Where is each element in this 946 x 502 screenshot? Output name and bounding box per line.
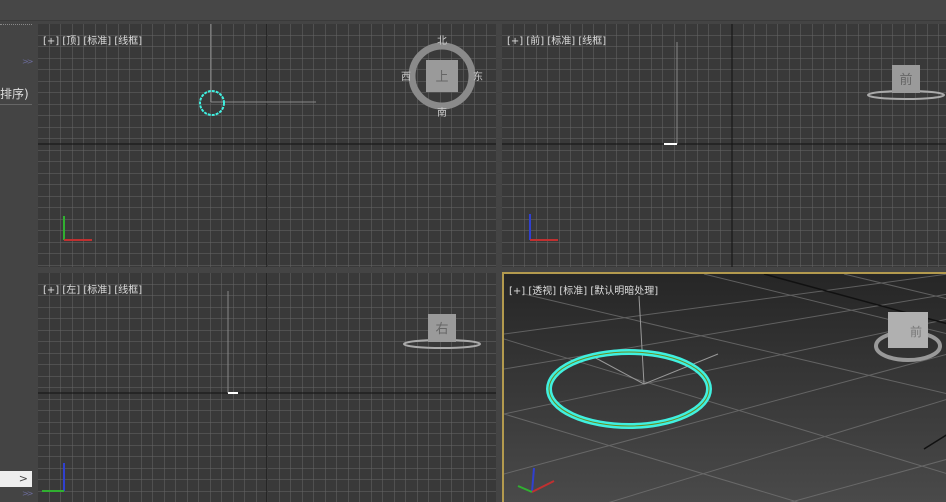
viewcube-face: 上	[435, 70, 448, 85]
svg-text:西: 西	[401, 72, 411, 83]
viewport-label[interactable]: [+] [前] [标准] [线框]	[507, 32, 606, 47]
command-panel: >> 排序) > >>	[0, 21, 36, 502]
viewport-top[interactable]: [+] [顶] [标准] [线框] 上 北 南 东 西	[38, 24, 496, 267]
top-toolbar	[0, 0, 946, 21]
viewport-left[interactable]: [+] [左] [标准] [线框] 右	[38, 273, 496, 502]
svg-text:东: 东	[473, 70, 483, 83]
viewcube-face: 前	[899, 72, 912, 88]
svg-text:南: 南	[437, 106, 447, 119]
sort-label: 排序)	[0, 87, 29, 101]
viewport-perspective[interactable]: [+] [透视] [标准] [默认明暗处理] 前	[502, 272, 946, 502]
expand-chevron-icon[interactable]: >>	[22, 57, 33, 66]
viewport-label[interactable]: [+] [顶] [标准] [线框]	[43, 32, 142, 47]
viewport-front[interactable]: [+] [前] [标准] [线框] 前	[502, 24, 946, 267]
viewport-label[interactable]: [+] [左] [标准] [线框]	[43, 281, 142, 296]
expand-button[interactable]: >	[0, 471, 32, 487]
viewcube-face: 前	[910, 324, 922, 339]
svg-text:北: 北	[437, 35, 447, 47]
viewcube-face: 右	[435, 322, 448, 337]
panel-divider	[0, 24, 32, 26]
divider	[0, 104, 32, 105]
expand-chevron-icon[interactable]: >>	[22, 489, 33, 498]
viewport-label[interactable]: [+] [透视] [标准] [默认明暗处理]	[509, 282, 658, 297]
